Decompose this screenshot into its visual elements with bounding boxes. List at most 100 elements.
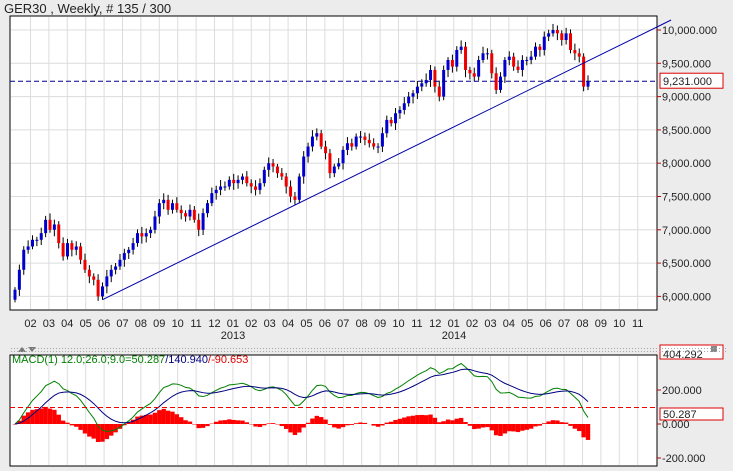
candle-body (376, 146, 380, 148)
candle-body (538, 46, 542, 50)
macd-histogram-bar (441, 421, 446, 424)
candle-body (499, 76, 503, 90)
candle-body (289, 186, 293, 197)
macd-histogram-bar (205, 424, 210, 427)
candle-body (569, 33, 573, 50)
year-label: 2013 (221, 330, 245, 342)
macd-histogram-bar (231, 419, 236, 424)
macd-histogram-bar (384, 422, 389, 424)
macd-histogram-bar (152, 412, 158, 424)
macd-histogram-bar (170, 411, 175, 424)
macd-histogram-bar (480, 424, 486, 428)
macd-histogram-bar (498, 424, 503, 436)
candle-body (22, 249, 26, 270)
x-tick-label: 08 (135, 318, 147, 330)
macd-histogram-bar (266, 423, 271, 424)
macd-histogram-bar (262, 424, 267, 426)
candle-body (284, 176, 288, 187)
macd-histogram-bar (235, 420, 241, 424)
macd-histogram-bar (528, 424, 534, 429)
macd-histogram-bar (375, 424, 381, 427)
macd-histogram-bar (301, 424, 306, 428)
macd-histogram-bar (283, 424, 289, 429)
candle-body (337, 163, 341, 167)
macd-histogram-bar (489, 424, 494, 431)
macd-histogram-bar (577, 424, 582, 432)
x-tick-label: 03 (43, 318, 55, 330)
candle-body (197, 219, 201, 230)
macd-histogram-bar (493, 424, 499, 436)
candle-body (490, 53, 494, 74)
macd-histogram-bar (47, 408, 53, 424)
candle-body (48, 219, 52, 230)
macd-histogram-bar (318, 417, 324, 424)
macd-histogram-bar (336, 424, 341, 429)
candle-body (236, 179, 240, 184)
candle-body (131, 243, 135, 250)
macd-histogram-bar (423, 415, 429, 424)
macd-histogram-bar (187, 421, 193, 424)
candle-body (100, 286, 104, 297)
candle-body (254, 186, 258, 190)
x-tick-label: 10 (172, 318, 184, 330)
macd-histogram-bar (515, 424, 521, 433)
price-chart[interactable]: 02 03 04 05 06 07 08 09 10 11 12 01 02 03 04 05 06 07 08 09… (0, 0, 733, 471)
macd-histogram-bar (467, 424, 473, 426)
macd-histogram-bar (56, 414, 61, 424)
candle-body (560, 33, 564, 40)
macd-histogram-bar (52, 409, 57, 424)
candle-body (57, 224, 61, 244)
x-tick-label: 08 (356, 318, 368, 330)
x-tick-label: 04 (61, 318, 73, 330)
y-tick-label: 7,000.000 (662, 225, 711, 237)
x-tick-label: 09 (595, 318, 607, 330)
candle-body (507, 56, 511, 60)
macd-histogram-bar (279, 424, 285, 427)
candle-body (385, 119, 389, 134)
macd-histogram-bar (60, 420, 66, 424)
macd-histogram-bar (288, 424, 293, 433)
candle-body (450, 59, 454, 67)
y-tick-label: 6,500.000 (662, 258, 711, 270)
candle-body (83, 259, 87, 270)
macd-histogram-bar (91, 424, 96, 439)
year-label: 2014 (442, 330, 466, 342)
candle-body (114, 266, 118, 270)
candle-body (429, 69, 433, 80)
macd-histogram-bar (437, 422, 442, 424)
candle-body (297, 176, 301, 200)
candle-body (44, 219, 48, 234)
macd-histogram-bar (476, 424, 481, 429)
macd-histogram-bar (380, 424, 385, 426)
y-tick-label: 10,000.000 (662, 25, 717, 37)
x-tick-label: 12 (208, 318, 220, 330)
candle-body (389, 119, 393, 124)
macd-legend: MACD(1) 12.0;26.0;9.0=50.287/140.940/-90… (12, 354, 248, 366)
candle-body (442, 69, 446, 97)
x-tick-label: 05 (80, 318, 92, 330)
macd-histogram-bar (74, 424, 79, 427)
candle-body (205, 203, 209, 214)
candle-body (485, 53, 489, 55)
candle-body (105, 276, 109, 287)
x-tick-label: 01 (227, 318, 239, 330)
candle-body (328, 153, 332, 174)
macd-histogram-bar (572, 424, 578, 429)
macd-histogram-bar (428, 414, 433, 424)
macd-histogram-bar (450, 420, 455, 424)
x-tick-label: 09 (374, 318, 386, 330)
macd-histogram-bar (183, 420, 188, 424)
x-tick-label: 10 (392, 318, 404, 330)
candle-body (87, 269, 91, 277)
x-tick-label: 05 (521, 318, 533, 330)
x-tick-label: 02 (245, 318, 257, 330)
candle-body (516, 66, 520, 70)
macd-histogram-bar (69, 424, 75, 426)
macd-histogram-bar (581, 424, 586, 438)
macd-histogram-bar (257, 424, 263, 427)
pane-splitter[interactable] (10, 347, 728, 353)
candle-body (306, 146, 310, 157)
y-tick-label: 7,500.000 (662, 192, 711, 204)
x-tick-label: 11 (411, 318, 422, 330)
macd-histogram-bar (270, 423, 276, 424)
